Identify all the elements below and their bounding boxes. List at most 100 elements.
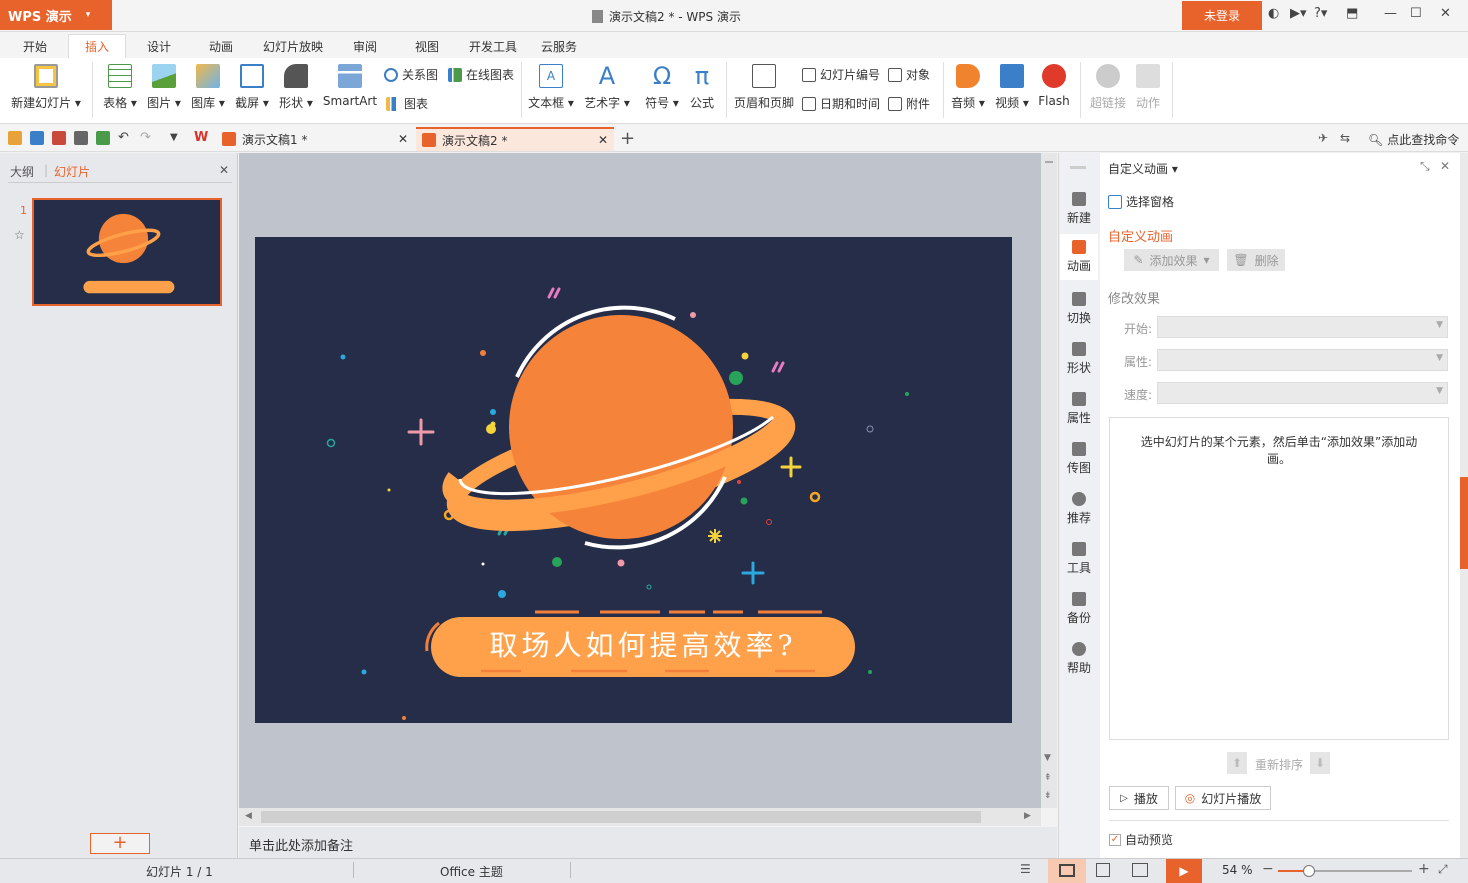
slide[interactable]: 取场人如何提高效率? [255,237,1012,723]
tab-view[interactable]: 视图 [402,34,452,58]
command-search[interactable]: 🔍︎ 点此查找命令 [1368,131,1459,148]
zoom-in-icon[interactable]: + [1418,861,1430,877]
art-text-button[interactable]: A 艺术字 ▾ [582,64,632,111]
start-select[interactable]: ▼ [1157,316,1448,338]
dock-icon[interactable]: ⤡ [1420,159,1430,174]
scroll-thumb[interactable] [261,811,981,823]
notes-toggle-icon[interactable]: ☰ [1020,862,1031,876]
scroll-left-icon[interactable]: ◀ [245,811,252,821]
screenshot-button[interactable]: 截屏 ▾ [232,64,272,111]
horizontal-scrollbar[interactable]: ◀ ▶ [239,808,1041,826]
tab-outline[interactable]: 大纲 [10,163,34,180]
tab-animation[interactable]: 动画 [196,34,246,58]
datetime-button[interactable]: 日期和时间 [802,95,880,112]
new-tab-icon[interactable]: + [620,128,635,149]
slide-caption[interactable]: 取场人如何提高效率? [489,629,796,662]
sidebar-item-upload[interactable]: 传图 [1060,442,1098,476]
sidebar-item-animation[interactable]: 动画 [1060,234,1098,280]
print-preview-icon[interactable] [96,131,110,145]
undo-icon[interactable]: ↶ [118,131,132,145]
close-pane-icon[interactable]: ✕ [219,163,229,177]
tab-review[interactable]: 审阅 [340,34,390,58]
tab-slides[interactable]: 幻灯片 [54,163,90,180]
wps-logo-icon[interactable]: W [194,131,208,145]
redo-icon[interactable]: ↷ [140,131,154,145]
shape-button[interactable]: 形状 ▾ [276,64,316,111]
tab-insert[interactable]: 插入 [68,34,126,58]
tab-developer[interactable]: 开发工具 [464,34,522,58]
table-button[interactable]: 表格 ▾ [100,64,140,111]
doc-tab-1[interactable]: 演示文稿1 * ✕ [216,127,414,151]
normal-view-button[interactable] [1048,859,1086,883]
sidebar-item-help[interactable]: 帮助 [1060,642,1098,676]
sidebar-item-tools[interactable]: 工具 [1060,542,1098,576]
switch-icon[interactable]: ⇆ [1340,131,1350,145]
sidebar-item-backup[interactable]: 备份 [1060,592,1098,626]
formula-button[interactable]: π 公式 [684,64,720,111]
move-down-icon[interactable]: ⬇ [1310,752,1330,774]
maximize-button[interactable]: ☐ [1410,6,1422,21]
symbol-button[interactable]: Ω 符号 ▾ [642,64,682,111]
panel-close-icon[interactable]: ✕ [1440,159,1450,173]
textbox-button[interactable]: A 文本框 ▾ [526,64,576,111]
reading-view-icon[interactable] [1132,863,1148,877]
slide-number-button[interactable]: 幻灯片编号 [802,66,880,83]
panel-scroll-thumb[interactable] [1460,477,1468,569]
animation-list[interactable]: 选中幻灯片的某个元素，然后单击“添加效果”添加动画。 [1109,417,1449,740]
flash-button[interactable]: Flash [1036,64,1072,108]
tab-cloud[interactable]: 云服务 [534,34,584,58]
chart-button[interactable]: 图表 [386,95,428,112]
zoom-slider-track[interactable] [1278,865,1412,877]
prev-slide-icon[interactable]: ⇞ [1044,773,1052,783]
select-pane-button[interactable]: 选择窗格 [1108,193,1174,210]
scroll-down-icon[interactable]: ▼ [1044,753,1051,763]
wps-menu-button[interactable]: WPS 演示 ▾ [0,0,112,30]
tab-slideshow[interactable]: 幻灯片放映 [256,34,330,58]
picture-button[interactable]: 图片 ▾ [144,64,184,111]
sidebar-item-shape[interactable]: 形状 [1060,342,1098,376]
fit-window-icon[interactable]: ⤢ [1438,862,1448,877]
smartart-button[interactable]: SmartArt [320,64,380,108]
close-tab-icon[interactable]: ✕ [398,132,408,146]
login-button[interactable]: 未登录 [1182,1,1262,30]
new-slide-button[interactable]: 新建幻灯片 ▾ [8,64,84,111]
auto-preview-checkbox[interactable]: ✓ 自动预览 [1109,831,1173,848]
video-button[interactable]: 视频 ▾ [992,64,1032,111]
close-button[interactable]: ✕ [1440,6,1451,21]
notes-area[interactable]: 单击此处添加备注 [239,827,1057,858]
help-menu[interactable]: ?▾ [1314,6,1327,21]
play-button[interactable]: ▷ 播放 [1109,786,1169,810]
print-icon[interactable] [74,131,88,145]
restore-layout-icon[interactable]: ⬒ [1346,6,1358,21]
online-chart-button[interactable]: 在线图表 [448,66,514,83]
slide-thumbnail[interactable] [32,198,222,306]
slide-sorter-icon[interactable] [1096,863,1110,877]
next-slide-icon[interactable]: ⇟ [1044,791,1052,801]
slideshow-button[interactable]: ◎ 幻灯片播放 [1175,786,1271,810]
customize-dropdown-icon[interactable]: ▼ [170,131,184,145]
zoom-slider-knob[interactable] [1302,865,1315,877]
hyperlink-button[interactable]: 超链接 [1086,64,1130,111]
move-up-icon[interactable]: ⬆ [1227,752,1247,774]
sidebar-item-property[interactable]: 属性 [1060,392,1098,426]
close-tab-icon[interactable]: ✕ [598,133,608,147]
relation-chart-button[interactable]: 关系图 [384,66,438,83]
panel-header[interactable]: 自定义动画 ▾ [1108,160,1178,177]
sidebar-item-recommend[interactable]: 推荐 [1060,492,1098,526]
action-button[interactable]: 动作 [1130,64,1166,111]
property-select[interactable]: ▼ [1157,349,1448,371]
open-folder-icon[interactable] [8,131,22,145]
delete-button[interactable]: 🗑︎ 删除 [1227,249,1285,271]
doc-tab-2[interactable]: 演示文稿2 * ✕ [416,127,614,151]
add-slide-button[interactable]: + [90,833,150,854]
object-button[interactable]: 对象 [888,66,930,83]
skin-icon[interactable]: ◐ [1268,6,1279,21]
speed-select[interactable]: ▼ [1157,382,1448,404]
play-slideshow-button[interactable]: ▶ [1166,859,1202,883]
sidebar-item-new[interactable]: 新建 [1060,192,1098,226]
header-footer-button[interactable]: 页眉和页脚 [732,64,796,111]
gallery-button[interactable]: 图库 ▾ [188,64,228,111]
pin-icon[interactable]: ✈ [1318,131,1328,145]
scroll-right-icon[interactable]: ▶ [1024,811,1031,821]
audio-button[interactable]: 音频 ▾ [948,64,988,111]
